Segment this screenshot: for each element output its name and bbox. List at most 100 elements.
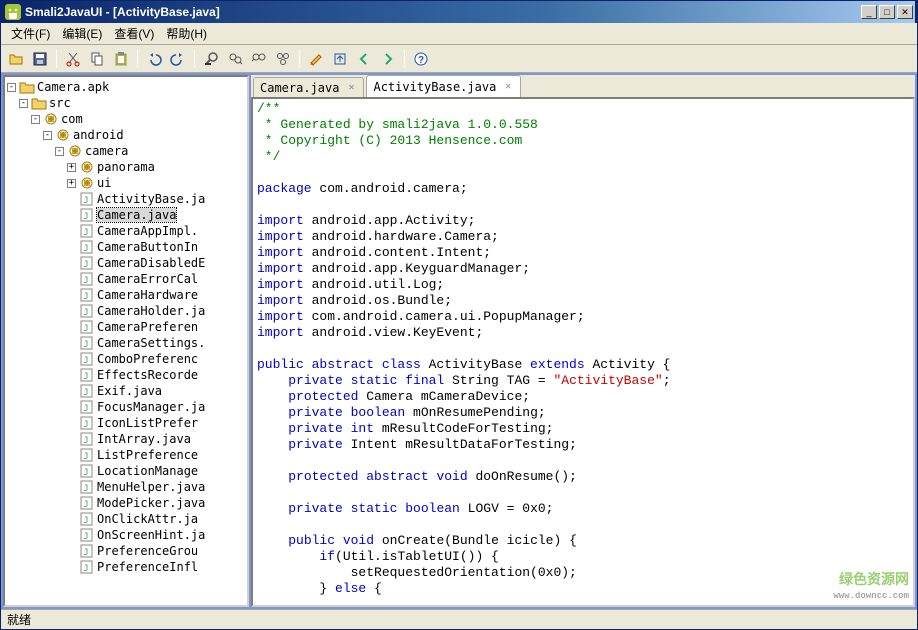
menu-file[interactable]: 文件(F) [5, 23, 56, 44]
svg-text:J: J [83, 452, 88, 462]
tree-item[interactable]: JCameraDisabledE [7, 255, 245, 271]
tree-toggle-icon[interactable]: - [55, 147, 64, 156]
copy-button[interactable] [86, 48, 108, 70]
tree-item[interactable]: +ui [7, 175, 245, 191]
find-button[interactable] [200, 48, 222, 70]
tree-item[interactable]: -camera [7, 143, 245, 159]
java-icon: J [79, 272, 95, 286]
java-icon: J [79, 496, 95, 510]
tree-label: ModePicker.java [97, 496, 205, 510]
window-title: Smali2JavaUI - [ActivityBase.java] [25, 5, 220, 19]
tree-item[interactable]: JFocusManager.ja [7, 399, 245, 415]
tree-toggle-icon[interactable]: - [43, 131, 52, 140]
tree-item[interactable]: -Camera.apk [7, 79, 245, 95]
svg-text:?: ? [418, 55, 424, 66]
open-button[interactable] [5, 48, 27, 70]
java-icon: J [79, 208, 95, 222]
java-icon: J [79, 384, 95, 398]
maximize-button[interactable]: □ [879, 5, 895, 19]
tree-label: ActivityBase.ja [97, 192, 205, 206]
find-all-button[interactable] [272, 48, 294, 70]
tab-camera[interactable]: Camera.java✕ [253, 77, 364, 97]
svg-text:J: J [83, 260, 88, 270]
tree-label: LocationManage [97, 464, 198, 478]
tree-item[interactable]: JIconListPrefer [7, 415, 245, 431]
svg-text:J: J [83, 420, 88, 430]
tree-toggle-icon[interactable]: + [67, 179, 76, 188]
tree-item[interactable]: JListPreference [7, 447, 245, 463]
tree-label: CameraHolder.ja [97, 304, 205, 318]
tree-toggle-icon[interactable]: - [31, 115, 40, 124]
java-icon: J [79, 192, 95, 206]
tree-label: PreferenceInfl [97, 560, 198, 574]
tree-item[interactable]: JLocationManage [7, 463, 245, 479]
tree-item[interactable]: JOnClickAttr.ja [7, 511, 245, 527]
cut-button[interactable] [62, 48, 84, 70]
tree-item[interactable]: JComboPreferenc [7, 351, 245, 367]
close-button[interactable]: ✕ [897, 5, 913, 19]
project-tree[interactable]: -Camera.apk-src-com-android-camera+panor… [3, 75, 249, 607]
tree-item[interactable]: JActivityBase.ja [7, 191, 245, 207]
editor: Camera.java✕ ActivityBase.java✕ /** * Ge… [251, 75, 915, 607]
java-icon: J [79, 368, 95, 382]
tree-item[interactable]: +panorama [7, 159, 245, 175]
pkg-icon [55, 128, 71, 142]
folder-icon [31, 96, 47, 110]
java-icon: J [79, 256, 95, 270]
tree-label: FocusManager.ja [97, 400, 205, 414]
tree-item[interactable]: JMenuHelper.java [7, 479, 245, 495]
menu-edit[interactable]: 编辑(E) [56, 23, 108, 44]
tree-item[interactable]: JCameraAppImpl. [7, 223, 245, 239]
tree-item[interactable]: JPreferenceGrou [7, 543, 245, 559]
titlebar: Smali2JavaUI - [ActivityBase.java] _ □ ✕ [1, 1, 917, 23]
help-button[interactable]: ? [410, 48, 432, 70]
tree-item[interactable]: J ModePicker.java [7, 495, 245, 511]
tree-toggle-icon[interactable]: + [67, 163, 76, 172]
tree-item[interactable]: JCameraHardware [7, 287, 245, 303]
svg-text:J: J [83, 244, 88, 254]
tab-activitybase[interactable]: ActivityBase.java✕ [366, 75, 521, 97]
tree-label: OnScreenHint.ja [97, 528, 205, 542]
tree-item[interactable]: JCameraSettings. [7, 335, 245, 351]
goto-button[interactable] [329, 48, 351, 70]
svg-text:J: J [83, 212, 88, 222]
svg-text:J: J [83, 372, 88, 382]
tree-item[interactable]: JExif.java [7, 383, 245, 399]
tree-toggle-icon[interactable]: - [7, 83, 16, 92]
tree-item[interactable]: -com [7, 111, 245, 127]
code-editor[interactable]: /** * Generated by smali2java 1.0.0.558 … [251, 97, 915, 607]
tree-toggle-icon[interactable]: - [19, 99, 28, 108]
java-icon: J [79, 304, 95, 318]
tab-close-icon[interactable]: ✕ [345, 82, 357, 94]
tree-item[interactable]: JCameraHolder.ja [7, 303, 245, 319]
tree-item[interactable]: JCameraButtonIn [7, 239, 245, 255]
svg-text:J: J [83, 324, 88, 334]
nav-back-button[interactable] [353, 48, 375, 70]
minimize-button[interactable]: _ [861, 5, 877, 19]
svg-text:J: J [83, 500, 88, 510]
save-button[interactable] [29, 48, 51, 70]
tree-item[interactable]: JPreferenceInfl [7, 559, 245, 575]
tree-item[interactable]: -src [7, 95, 245, 111]
redo-button[interactable] [167, 48, 189, 70]
java-icon: J [79, 528, 95, 542]
tree-label: CameraErrorCal [97, 272, 198, 286]
tab-close-icon[interactable]: ✕ [502, 81, 514, 93]
tree-item[interactable]: J CameraErrorCal [7, 271, 245, 287]
tree-item[interactable]: JOnScreenHint.ja [7, 527, 245, 543]
tree-item[interactable]: JCamera.java [7, 207, 245, 223]
java-icon: J [79, 544, 95, 558]
nav-fwd-button[interactable] [377, 48, 399, 70]
tree-item[interactable]: JCameraPreferen [7, 319, 245, 335]
tree-item[interactable]: -android [7, 127, 245, 143]
menu-help[interactable]: 帮助(H) [160, 23, 213, 44]
find-next-button[interactable] [224, 48, 246, 70]
svg-text:J: J [83, 276, 88, 286]
find-prev-button[interactable] [248, 48, 270, 70]
highlight-button[interactable] [305, 48, 327, 70]
tree-item[interactable]: JIntArray.java [7, 431, 245, 447]
paste-button[interactable] [110, 48, 132, 70]
menu-view[interactable]: 查看(V) [108, 23, 160, 44]
tree-item[interactable]: JEffectsRecorde [7, 367, 245, 383]
undo-button[interactable] [143, 48, 165, 70]
